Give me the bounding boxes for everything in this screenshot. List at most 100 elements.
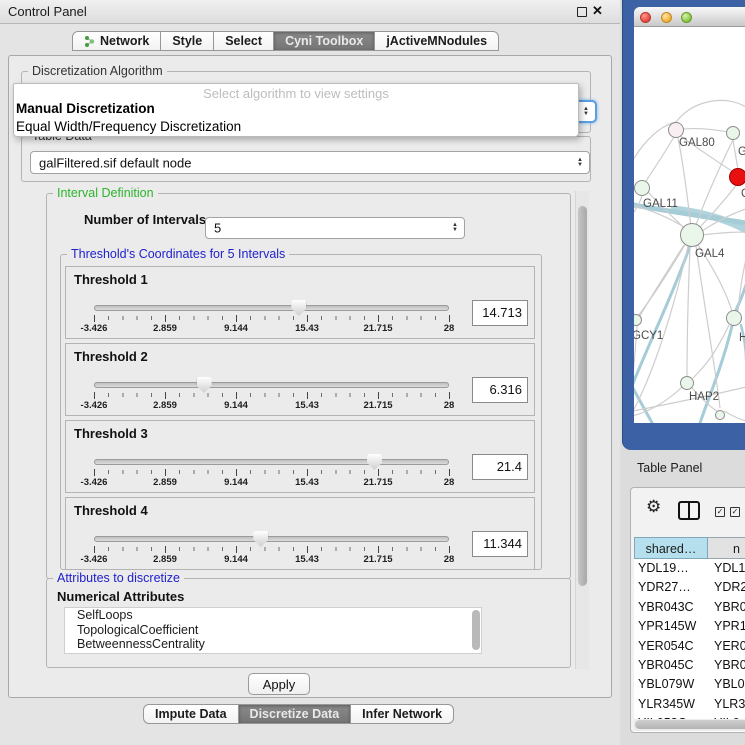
checkbox-icon[interactable]: ✓ bbox=[730, 507, 740, 517]
number-of-intervals-label: Number of Intervals bbox=[84, 212, 206, 227]
network-node-gal11[interactable] bbox=[634, 180, 650, 196]
panel-vertical-scrollbar[interactable] bbox=[575, 191, 589, 669]
tick-label: 9.144 bbox=[224, 554, 248, 565]
threshold-value-field[interactable]: 21.4 bbox=[472, 454, 528, 480]
combo-stepper-icon: ▲▼ bbox=[452, 223, 458, 233]
tick-label: 2.859 bbox=[153, 554, 177, 565]
slider-ticks bbox=[94, 546, 450, 553]
cell-name: YER0 bbox=[714, 639, 745, 653]
tab-jactivemnodules[interactable]: jActiveMNodules bbox=[374, 31, 499, 51]
tick-label: 15.43 bbox=[295, 477, 319, 488]
slider-ticks bbox=[94, 469, 450, 476]
table-row[interactable]: YER054CYER0 bbox=[634, 637, 745, 656]
tick-label: -3.426 bbox=[81, 400, 108, 411]
threshold-2-box: Threshold 2-3.4262.8599.14415.4321.71528… bbox=[65, 343, 535, 416]
network-canvas[interactable]: GAL80GACGAL11GAL4GCY1HHAP2 bbox=[634, 27, 745, 423]
minimize-traffic-light-icon[interactable] bbox=[661, 12, 672, 23]
apply-button[interactable]: Apply bbox=[248, 673, 310, 695]
slider-thumb[interactable] bbox=[367, 454, 382, 470]
tick-label: 21.715 bbox=[363, 400, 392, 411]
tab-label: jActiveMNodules bbox=[386, 34, 487, 48]
column-header-shared-name[interactable]: shared… bbox=[634, 537, 708, 559]
tick-label: 2.859 bbox=[153, 323, 177, 334]
slider-thumb[interactable] bbox=[197, 377, 212, 393]
tick-label: 15.43 bbox=[295, 554, 319, 565]
threshold-value-field[interactable]: 14.713 bbox=[472, 300, 528, 326]
table-row[interactable]: YPR145WYPR1 bbox=[634, 617, 745, 636]
table-row[interactable]: YDR27…YDR2 bbox=[634, 578, 745, 597]
threshold-value-field[interactable]: 6.316 bbox=[472, 377, 528, 403]
tab-label: Infer Network bbox=[362, 707, 442, 721]
threshold-label: Threshold 4 bbox=[74, 503, 148, 518]
tab-label: Select bbox=[225, 34, 262, 48]
tab-cyni-toolbox[interactable]: Cyni Toolbox bbox=[273, 31, 375, 51]
attributes-scrollbar[interactable] bbox=[472, 610, 480, 650]
tab-select[interactable]: Select bbox=[213, 31, 274, 51]
settings-scroll-viewport: Interval Definition Number of Intervals … bbox=[15, 184, 573, 670]
float-window-icon[interactable] bbox=[577, 7, 587, 17]
node-label: GAL11 bbox=[643, 198, 678, 210]
cyni-toolbox-content: Discretization Algorithm ▲▼ Select algor… bbox=[8, 55, 612, 698]
network-node-h[interactable] bbox=[726, 310, 742, 326]
table-horizontal-scrollbar[interactable] bbox=[634, 719, 745, 731]
network-node-ga[interactable] bbox=[726, 126, 740, 140]
table-row[interactable]: YDL19…YDL1 bbox=[634, 559, 745, 578]
tick-label: -3.426 bbox=[81, 554, 108, 565]
table-row[interactable]: YBR045CYBR0 bbox=[634, 656, 745, 675]
network-node-hap2[interactable] bbox=[680, 376, 694, 390]
column-header-name[interactable]: n bbox=[708, 537, 745, 559]
threshold-value-field[interactable]: 11.344 bbox=[472, 531, 528, 557]
interval-definition-group: Interval Definition Number of Intervals … bbox=[46, 193, 571, 579]
network-node[interactable] bbox=[715, 410, 725, 420]
attribute-item-betweennesscentrality[interactable]: BetweennessCentrality bbox=[65, 637, 481, 652]
slider-track[interactable] bbox=[94, 459, 449, 465]
attribute-item-selfloops[interactable]: SelfLoops bbox=[65, 608, 481, 623]
attribute-item-topologicalcoefficient[interactable]: TopologicalCoefficient bbox=[65, 623, 481, 638]
threshold-label: Threshold 1 bbox=[74, 272, 148, 287]
tick-label: 2.859 bbox=[153, 477, 177, 488]
cell-name: YDL1 bbox=[714, 561, 745, 575]
close-icon[interactable]: ✕ bbox=[592, 3, 603, 19]
tick-label: 15.43 bbox=[295, 323, 319, 334]
threshold-label: Threshold 3 bbox=[74, 426, 148, 441]
split-columns-icon[interactable] bbox=[678, 501, 700, 520]
dropdown-option-manual-discretization[interactable]: Manual Discretization bbox=[16, 101, 155, 116]
tab-impute-data[interactable]: Impute Data bbox=[143, 704, 239, 724]
network-node-gal4[interactable] bbox=[680, 223, 704, 247]
table-data-group: Table Data galFiltered.sif default node … bbox=[21, 136, 591, 182]
cell-name: YBR0 bbox=[714, 600, 745, 614]
scrollbar-thumb[interactable] bbox=[578, 206, 587, 586]
slider-track[interactable] bbox=[94, 536, 449, 542]
slider-thumb[interactable] bbox=[253, 531, 268, 547]
tab-style[interactable]: Style bbox=[160, 31, 214, 51]
numerical-attributes-list: SelfLoopsTopologicalCoefficientBetweenne… bbox=[64, 607, 482, 654]
table-panel-title: Table Panel bbox=[637, 461, 702, 475]
node-label: GAL4 bbox=[695, 248, 724, 260]
slider-track[interactable] bbox=[94, 382, 449, 388]
slider-thumb[interactable] bbox=[291, 300, 306, 316]
checkbox-icon[interactable]: ✓ bbox=[715, 507, 725, 517]
table-data-combo-value: galFiltered.sif default node bbox=[39, 155, 191, 170]
control-panel-titlebar: Control Panel ✕ bbox=[0, 0, 620, 24]
table-data-combobox[interactable]: galFiltered.sif default node ▲▼ bbox=[30, 151, 590, 174]
gear-icon[interactable]: ⚙ bbox=[646, 497, 661, 517]
tab-discretize-data[interactable]: Discretize Data bbox=[238, 704, 352, 724]
table-row[interactable]: YLR345WYLR3 bbox=[634, 695, 745, 714]
tab-network[interactable]: Network bbox=[72, 31, 161, 51]
combo-stepper-icon: ▲▼ bbox=[577, 158, 583, 168]
slider-track[interactable] bbox=[94, 305, 449, 311]
tab-label: Network bbox=[100, 34, 149, 48]
network-node-c[interactable] bbox=[729, 168, 745, 186]
zoom-traffic-light-icon[interactable] bbox=[681, 12, 692, 23]
number-of-intervals-combobox[interactable]: 5 ▲▼ bbox=[205, 217, 465, 239]
node-label: GCY1 bbox=[634, 330, 663, 342]
tab-infer-network[interactable]: Infer Network bbox=[350, 704, 454, 724]
scrollbar-thumb[interactable] bbox=[635, 720, 745, 729]
table-row[interactable]: YBR043CYBR0 bbox=[634, 598, 745, 617]
close-traffic-light-icon[interactable] bbox=[640, 12, 651, 23]
threshold-1-box: Threshold 1-3.4262.8599.14415.4321.71528… bbox=[65, 266, 535, 339]
table-row[interactable]: YBL079WYBL0 bbox=[634, 675, 745, 694]
dropdown-option-equal-width-frequency[interactable]: Equal Width/Frequency Discretization bbox=[16, 119, 241, 134]
network-node-gal80[interactable] bbox=[668, 122, 684, 138]
tick-label: 15.43 bbox=[295, 400, 319, 411]
